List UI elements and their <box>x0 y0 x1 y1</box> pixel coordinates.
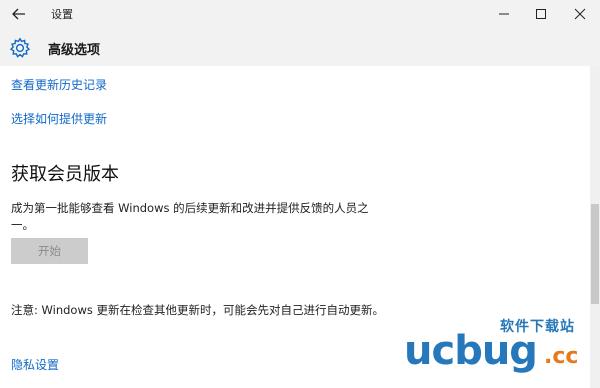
minimize-button[interactable] <box>484 0 524 28</box>
watermark-brand: ucbug <box>404 328 538 374</box>
insider-description: 成为第一批能够查看 Windows 的后续更新和改进并提供反馈的人员之一。 <box>11 201 369 232</box>
scrollbar-thumb[interactable] <box>591 204 599 304</box>
watermark-domain: .cc <box>544 344 579 369</box>
close-icon <box>574 8 586 20</box>
insider-section-title: 获取会员版本 <box>11 164 119 185</box>
back-arrow-icon <box>12 8 25 20</box>
back-button[interactable] <box>8 4 30 24</box>
page-header: 高级选项 <box>0 28 600 66</box>
update-history-link[interactable]: 查看更新历史记录 <box>11 76 107 93</box>
choose-delivery-link[interactable]: 选择如何提供更新 <box>11 110 107 127</box>
page-title: 高级选项 <box>48 43 101 58</box>
update-note: 注意: Windows 更新在检查其他更新时，可能会先对自己进行自动更新。 <box>11 303 385 317</box>
title-bar: 设置 <box>0 0 600 28</box>
start-button[interactable]: 开始 <box>11 238 88 264</box>
maximize-button[interactable] <box>521 0 561 28</box>
gear-icon <box>9 37 31 58</box>
maximize-icon <box>536 9 546 19</box>
privacy-settings-link[interactable]: 隐私设置 <box>11 356 59 373</box>
watermark-logo: 软件下载站 ucbug .cc <box>390 312 600 388</box>
close-button[interactable] <box>560 0 600 28</box>
window-title: 设置 <box>51 8 73 21</box>
minimize-icon <box>499 13 509 15</box>
